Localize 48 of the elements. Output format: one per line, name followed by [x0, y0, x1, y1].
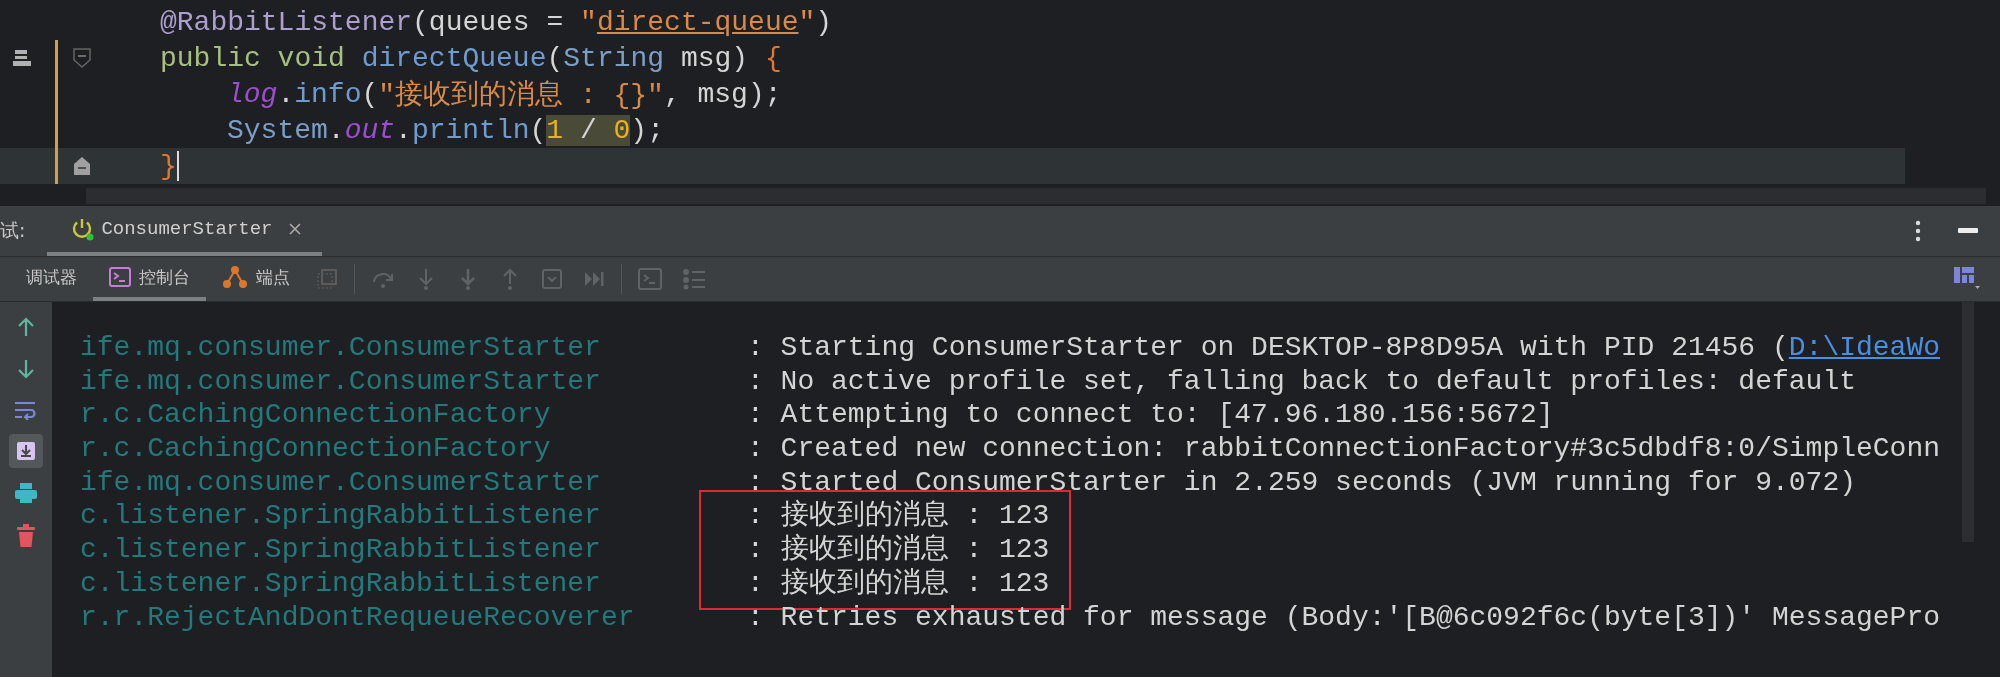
log-message: : Retries exhausted for message (Body:'[B@6c092f6c(byte[3])' MessagePro — [747, 600, 1940, 635]
panel-label: 试: — [0, 218, 26, 243]
trash-icon[interactable] — [16, 524, 36, 548]
drop-frame-icon[interactable] — [541, 268, 563, 290]
log-message: : No active profile set, falling back to default profiles: default — [747, 364, 1856, 399]
more-options-icon[interactable] — [1914, 219, 1922, 243]
logger-name: c.listener.SpringRabbitListener — [80, 566, 602, 601]
print-icon[interactable] — [14, 482, 38, 504]
tool-tab[interactable]: 调试器 — [10, 257, 93, 301]
code-line: } — [159, 150, 179, 182]
logger-name: ife.mq.consumer.ConsumerStarter — [80, 364, 602, 399]
file-path-link[interactable]: D:\IdeaWo — [1788, 332, 1940, 363]
log-message: : 接收到的消息 : 123 — [747, 566, 1050, 601]
minimize-icon[interactable] — [1958, 227, 1978, 235]
breakpoints-icon — [222, 265, 248, 289]
tool-tab[interactable]: 端点 — [206, 257, 306, 301]
list-icon[interactable] — [682, 268, 706, 290]
logger-name: r.c.CachingConnectionFactory — [80, 432, 552, 466]
terminal-icon[interactable] — [638, 268, 662, 290]
console-icon — [109, 267, 131, 287]
close-icon[interactable] — [288, 222, 303, 236]
logger-name: r.r.RejectAndDontRequeueRecoverer — [80, 600, 636, 635]
logger-name: ife.mq.consumer.ConsumerStarter — [80, 331, 602, 365]
scrollbar[interactable] — [1962, 302, 1974, 542]
run-to-cursor-icon[interactable] — [583, 269, 605, 289]
logger-name: c.listener.SpringRabbitListener — [80, 499, 602, 534]
implement-icon[interactable] — [11, 47, 34, 69]
up-arrow-icon[interactable] — [16, 316, 36, 338]
logger-name: r.c.CachingConnectionFactory — [80, 398, 552, 433]
tool-tab[interactable]: 控制台 — [93, 257, 206, 301]
down-arrow-icon[interactable] — [16, 358, 36, 380]
code-line: @RabbitListener(queues = "direct-queue") — [159, 6, 833, 38]
log-message: : 接收到的消息 : 123 — [747, 499, 1050, 533]
fold-icon[interactable] — [70, 47, 93, 69]
code-line: public void directQueue(String msg) { — [159, 42, 782, 74]
log-message: : Created new connection: rabbitConnectionFactory#3c5dbdf8:0/SimpleConn — [747, 432, 1940, 466]
soft-wrap-icon[interactable] — [14, 400, 38, 420]
scroll-to-end-icon — [16, 441, 36, 461]
log-message: : 接收到的消息 : 123 — [747, 533, 1050, 567]
code-line: log.info("接收到的消息 : {}", msg); — [226, 77, 782, 113]
logger-name: c.listener.SpringRabbitListener — [80, 533, 602, 567]
log-message: : Starting ConsumerStarter on DESKTOP-8P8D95A with PID 21456 (D:\IdeaWo — [747, 331, 1940, 365]
logger-name: ife.mq.consumer.ConsumerStarter — [80, 465, 602, 500]
code-line: System.out.println(1 / 0); — [226, 114, 664, 146]
log-message: : Started ConsumerStarter in 2.259 seconds (JVM running for 9.072) — [747, 465, 1856, 499]
scroll-to-end-button[interactable] — [9, 434, 43, 468]
layout-icon[interactable] — [1954, 267, 1980, 291]
log-message: : Attempting to connect to: [47.96.180.156:5672] — [747, 398, 1554, 433]
